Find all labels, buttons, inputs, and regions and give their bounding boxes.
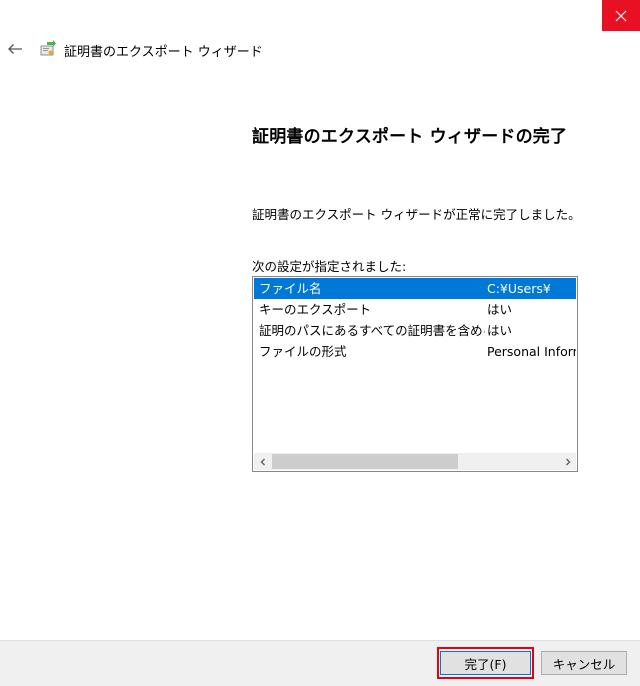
back-arrow-icon <box>8 44 22 54</box>
chevron-right-icon <box>565 458 570 465</box>
setting-value: はい <box>487 323 513 338</box>
close-button[interactable] <box>602 0 640 31</box>
settings-row[interactable]: 証明のパスにあるすべての証明書を含める はい <box>254 320 576 341</box>
settings-list[interactable]: ファイル名 C:¥Users¥ キーのエクスポート はい 証明のパスにあるすべて… <box>252 276 578 472</box>
setting-name: ファイルの形式 <box>259 344 347 359</box>
button-bar: 完了(F) キャンセル <box>0 640 640 686</box>
scroll-right-button[interactable] <box>559 453 576 470</box>
chevron-left-icon <box>260 458 265 465</box>
completion-message: 証明書のエクスポート ウィザードが正常に完了しました。 <box>252 207 581 222</box>
cancel-button[interactable]: キャンセル <box>541 651 627 675</box>
scrollbar-thumb[interactable] <box>272 454 458 469</box>
horizontal-scrollbar[interactable] <box>254 453 576 470</box>
certificate-icon <box>40 40 56 56</box>
setting-value: Personal Inform <box>487 344 576 359</box>
setting-value: C:¥Users¥ <box>487 281 551 296</box>
setting-name: 証明のパスにあるすべての証明書を含める <box>259 323 485 338</box>
finish-button[interactable]: 完了(F) <box>440 651 531 675</box>
setting-value: はい <box>487 302 513 317</box>
settings-row[interactable]: ファイルの形式 Personal Inform <box>254 341 576 362</box>
close-icon <box>615 10 627 21</box>
settings-label: 次の設定が指定されました: <box>252 259 407 274</box>
page-heading: 証明書のエクスポート ウィザードの完了 <box>252 127 568 147</box>
setting-name: ファイル名 <box>259 281 322 296</box>
settings-row[interactable]: キーのエクスポート はい <box>254 299 576 320</box>
setting-name: キーのエクスポート <box>259 302 372 317</box>
scroll-left-button[interactable] <box>254 453 271 470</box>
back-button[interactable] <box>4 38 26 60</box>
settings-row[interactable]: ファイル名 C:¥Users¥ <box>254 278 576 299</box>
window-title: 証明書のエクスポート ウィザード <box>64 45 263 60</box>
